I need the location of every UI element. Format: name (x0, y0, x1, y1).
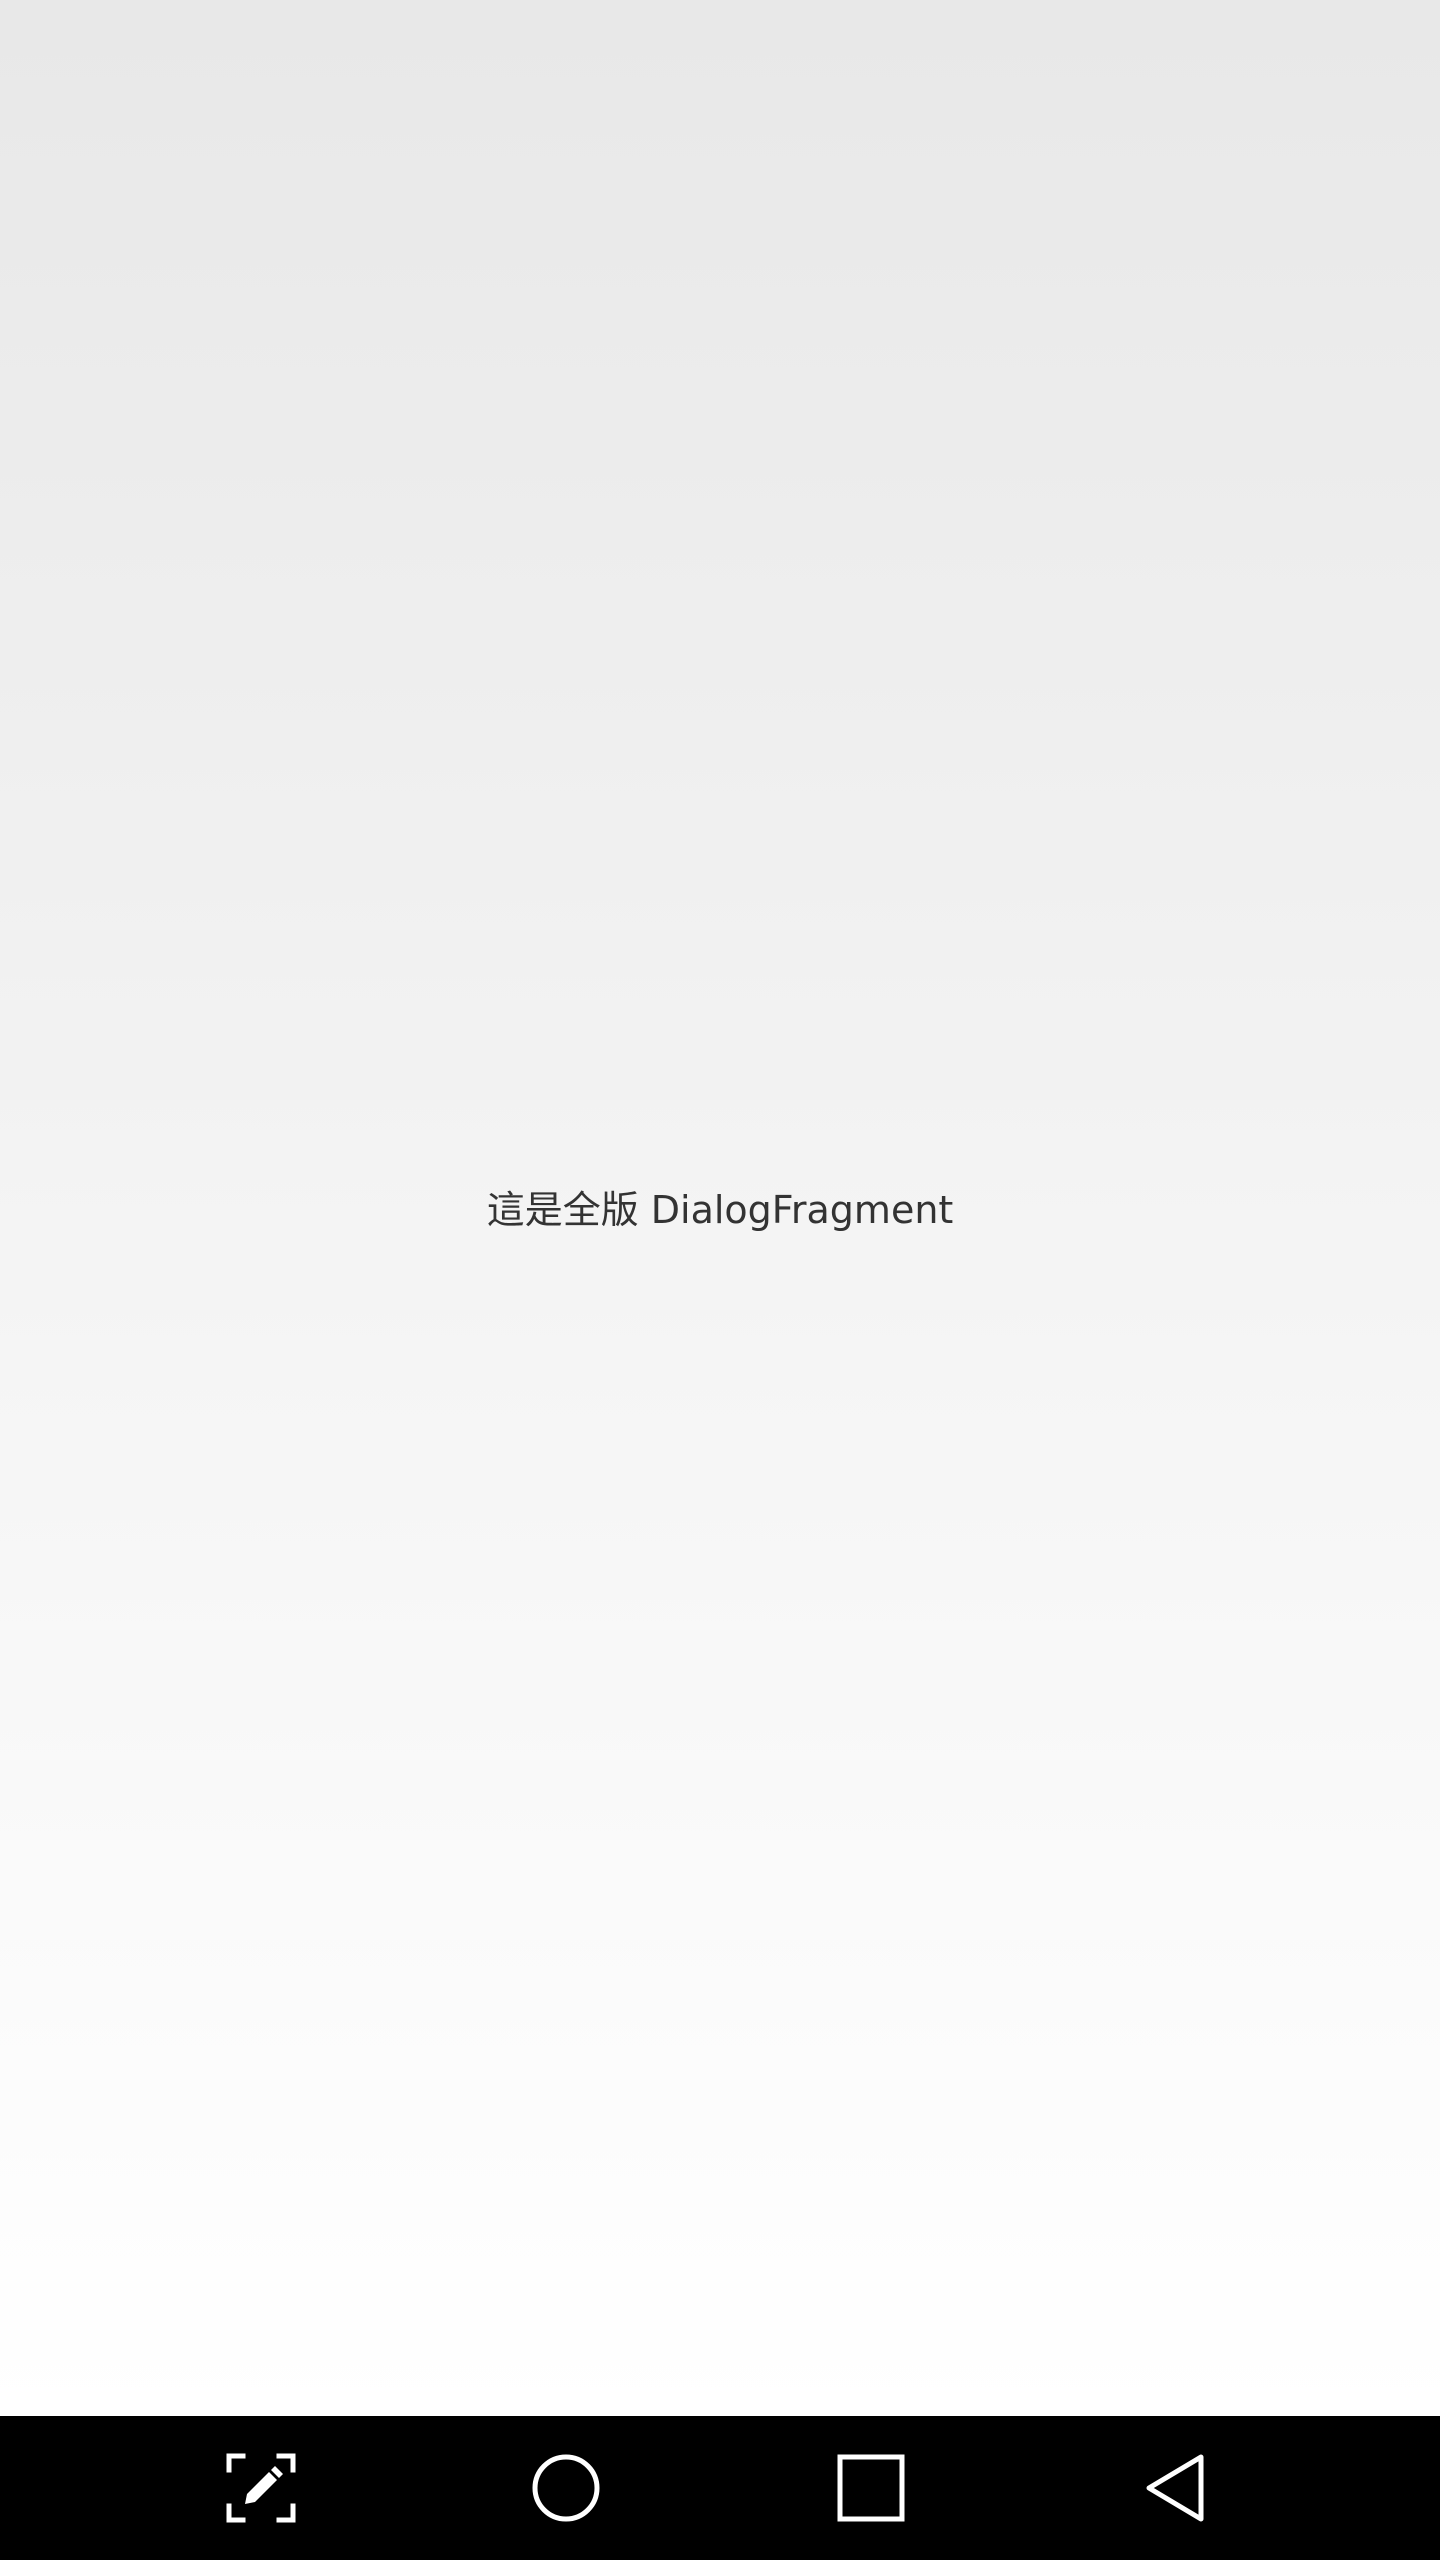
square-recents-icon (837, 2454, 905, 2522)
full-screen-dialog: 這是全版 DialogFragment (0, 0, 1440, 2416)
screenshot-edit-icon (226, 2453, 296, 2523)
recents-button[interactable] (791, 2416, 951, 2560)
screenshot-edit-button[interactable] (181, 2416, 341, 2560)
back-button[interactable] (1097, 2416, 1257, 2560)
system-navigation-bar (0, 2416, 1440, 2560)
dialog-message-text: 這是全版 DialogFragment (486, 1188, 954, 1232)
circle-home-icon (532, 2454, 600, 2522)
home-button[interactable] (486, 2416, 646, 2560)
triangle-back-icon (1146, 2454, 1204, 2522)
